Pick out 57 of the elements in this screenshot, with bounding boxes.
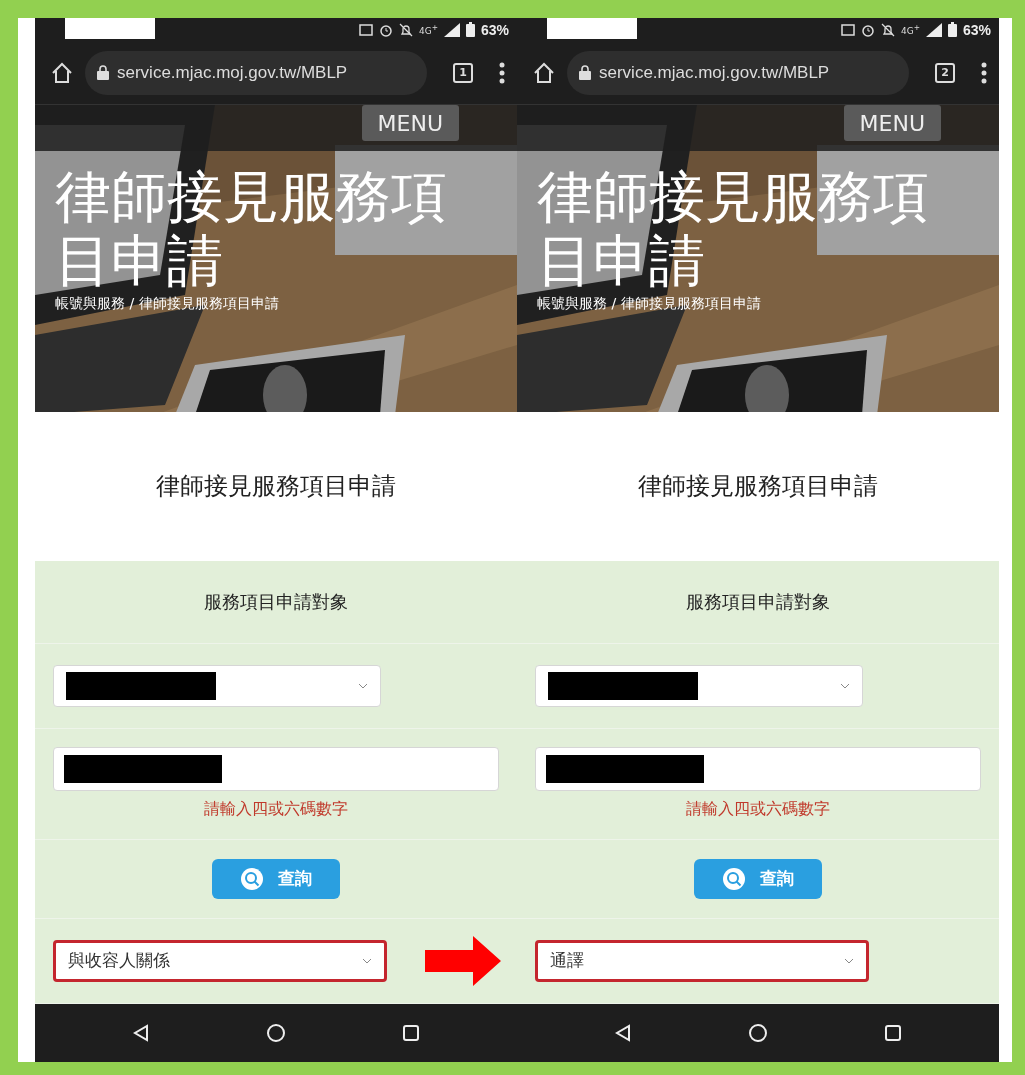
home-circle-icon[interactable] xyxy=(266,1022,286,1043)
address-bar[interactable]: service.mjac.moj.gov.tw/MBLP xyxy=(567,50,909,95)
muted-bell-icon xyxy=(398,22,413,37)
input-field[interactable] xyxy=(535,747,981,792)
tab-count[interactable]: 1 xyxy=(453,62,473,83)
battery-level: 63% xyxy=(962,21,991,38)
chevron-icon xyxy=(840,682,850,689)
home-icon[interactable] xyxy=(533,61,555,84)
address-bar[interactable]: service.mjac.moj.gov.tw/MBLP xyxy=(85,50,427,95)
input-field[interactable] xyxy=(53,747,499,792)
menu-button[interactable]: MENU xyxy=(361,105,459,142)
lock-icon xyxy=(97,65,109,81)
hero-title: 律師接見服務項目申請 xyxy=(55,165,448,294)
network-label: 4G$^{+}$ xyxy=(418,23,438,37)
recents-icon[interactable] xyxy=(402,1024,419,1041)
back-icon[interactable] xyxy=(133,1023,150,1042)
section-title: 服務項目申請對象 xyxy=(685,589,831,614)
home-icon[interactable] xyxy=(51,61,73,84)
search-icon xyxy=(722,866,746,891)
tab-count[interactable]: 2 xyxy=(935,62,955,83)
alarm-icon xyxy=(378,22,393,37)
select-field[interactable]: 與收容人關係 xyxy=(53,939,387,982)
chevron-icon xyxy=(358,682,368,689)
search-icon xyxy=(240,866,264,891)
hint-text: 請輸入四或六碼數字 xyxy=(685,799,831,821)
select-field[interactable] xyxy=(535,664,863,707)
select-field[interactable]: 通譯 xyxy=(535,939,869,982)
signal-icon xyxy=(925,22,942,37)
signal-icon xyxy=(443,22,460,37)
menu-button[interactable]: MENU xyxy=(843,105,941,142)
lock-icon xyxy=(579,65,591,81)
arrow-icon xyxy=(425,936,501,986)
battery-level: 63% xyxy=(480,21,509,38)
recents-icon[interactable] xyxy=(884,1024,901,1041)
url-text: service.mjac.moj.gov.tw/MBLP xyxy=(599,62,830,83)
caption-icon xyxy=(840,23,855,36)
hint-text: 請輸入四或六碼數字 xyxy=(203,799,349,821)
home-circle-icon[interactable] xyxy=(748,1022,768,1043)
muted-bell-icon xyxy=(880,22,895,37)
more-icon[interactable] xyxy=(981,61,987,84)
select-field[interactable] xyxy=(53,664,381,707)
chevron-icon xyxy=(362,957,372,964)
breadcrumb: 帳號與服務 / 律師接見服務項目申請 xyxy=(537,295,762,314)
battery-icon xyxy=(947,22,957,38)
more-icon[interactable] xyxy=(499,61,505,84)
network-label: 4G$^{+}$ xyxy=(900,23,920,37)
section-title: 服務項目申請對象 xyxy=(203,589,349,614)
back-icon[interactable] xyxy=(615,1023,632,1042)
alarm-icon xyxy=(860,22,875,37)
page-title: 律師接見服務項目申請 xyxy=(638,471,878,503)
hero-title: 律師接見服務項目申請 xyxy=(537,165,930,294)
caption-icon xyxy=(358,23,373,36)
page-title: 律師接見服務項目申請 xyxy=(156,471,396,503)
url-text: service.mjac.moj.gov.tw/MBLP xyxy=(117,62,348,83)
breadcrumb: 帳號與服務 / 律師接見服務項目申請 xyxy=(55,295,280,314)
chevron-icon xyxy=(844,957,854,964)
battery-icon xyxy=(465,22,475,38)
